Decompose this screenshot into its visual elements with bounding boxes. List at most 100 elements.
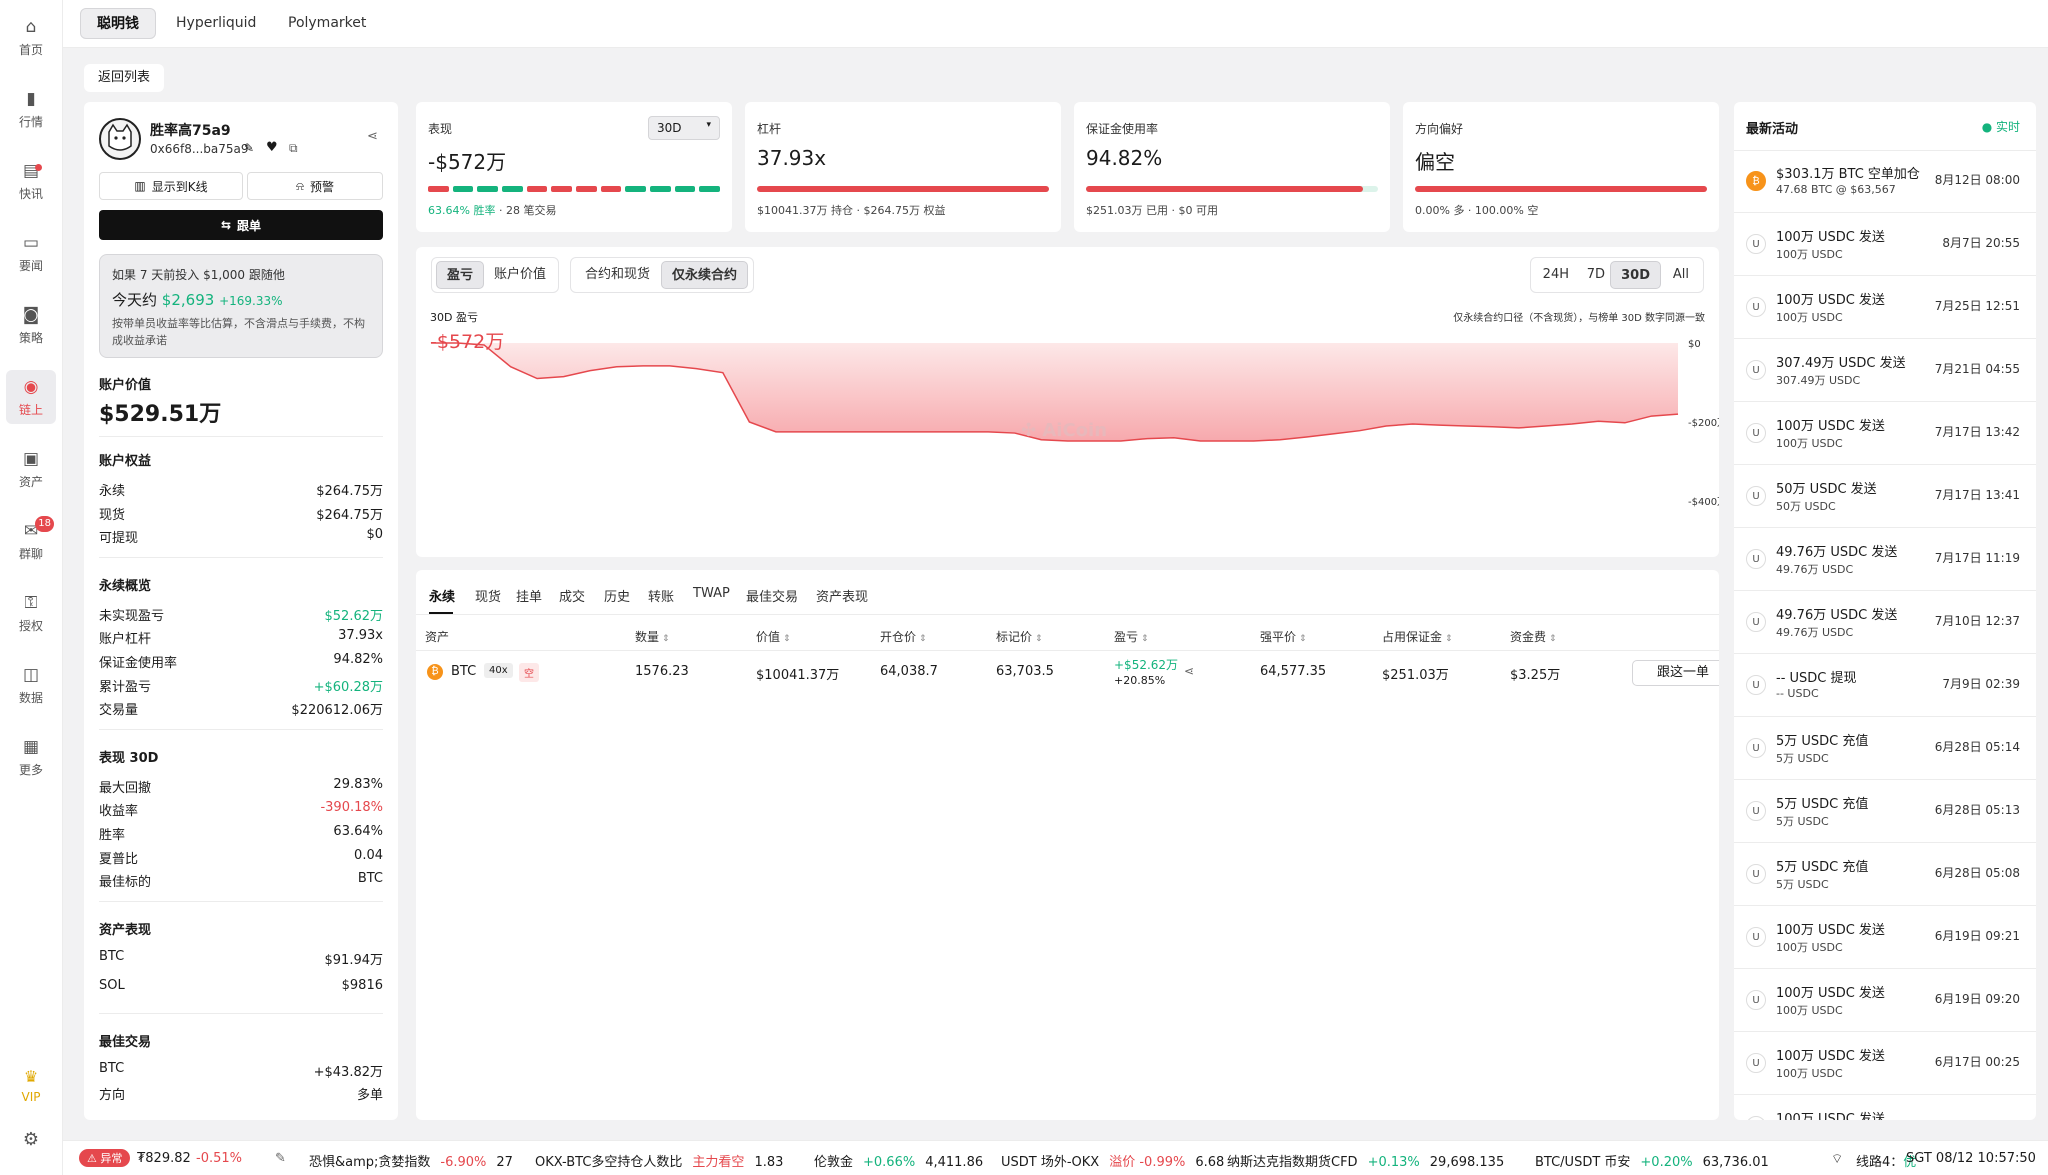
- positions-tab-5[interactable]: 转账: [648, 586, 674, 605]
- activity-sub: 100万 USDC: [1776, 1067, 1843, 1080]
- activity-item[interactable]: U 5万 USDC 充值 5万 USDC 6月28日 05:14: [1734, 718, 2036, 780]
- copy-icon[interactable]: ⧉: [289, 141, 298, 156]
- activity-item[interactable]: U 100万 USDC 发送 100万 USDC 7月17日 13:42: [1734, 403, 2036, 465]
- ticker-item[interactable]: USDT 场外-OKX 溢价 -0.99% 6.68: [1001, 1151, 1224, 1170]
- back-to-list-button[interactable]: 返回列表: [84, 64, 165, 92]
- margin-value: 94.82%: [1086, 146, 1163, 170]
- follow-trade-button[interactable]: ⇆ 跟单: [99, 210, 383, 240]
- equity-title: 账户权益: [99, 454, 152, 469]
- share-icon[interactable]: ⋖: [1184, 664, 1194, 678]
- alert-button[interactable]: ⍾ 预警: [247, 172, 383, 200]
- activity-item[interactable]: U 100万 USDC 发送 100万 USDC 6月19日 09:20: [1734, 970, 2036, 1032]
- positions-tab-7[interactable]: 最佳交易: [746, 586, 798, 605]
- rail-label: 授权: [18, 618, 43, 633]
- rail-item-robot[interactable]: ◙ 策略: [6, 298, 56, 352]
- positions-tab-3[interactable]: 成交: [559, 586, 585, 605]
- rail-item-document[interactable]: ▭ 要闻: [6, 226, 56, 280]
- activity-item[interactable]: U 100万 USDC 发送 100万 USDC 6月19日 09:21: [1734, 907, 2036, 969]
- alert-tag: ⚠ 异常: [79, 1149, 131, 1167]
- period-select[interactable]: 30D ▾: [648, 116, 720, 140]
- activity-item[interactable]: U 307.49万 USDC 发送 307.49万 USDC 7月21日 04:55: [1734, 340, 2036, 402]
- ticker-item[interactable]: 恐惧&amp;贪婪指数 -6.90% 27: [309, 1151, 513, 1170]
- activity-item[interactable]: U 100万 USDC 发送: [1734, 1096, 2036, 1120]
- settings-icon: ⚙: [22, 1128, 40, 1150]
- activity-title: 50万 USDC 发送: [1776, 482, 1877, 497]
- vip-button[interactable]: ♛ VIP: [6, 1058, 56, 1112]
- activity-item[interactable]: U 100万 USDC 发送 100万 USDC 8月7日 20:55: [1734, 214, 2036, 276]
- rail-item-data[interactable]: ◫ 数据: [6, 658, 56, 712]
- activity-item[interactable]: U 100万 USDC 发送 100万 USDC 6月17日 00:25: [1734, 1033, 2036, 1095]
- rail-item-key[interactable]: ⚿ 授权: [6, 586, 56, 640]
- rail-label: 更多: [18, 762, 43, 777]
- positions-tab-1[interactable]: 现货: [475, 586, 501, 605]
- usdc-icon: U: [1746, 801, 1766, 821]
- heart-icon[interactable]: ♥: [266, 140, 278, 155]
- edit-icon[interactable]: ✎: [275, 1151, 286, 1166]
- btc-icon: ₿: [427, 664, 443, 680]
- activity-date: 8月7日 20:55: [1942, 236, 2020, 250]
- performance-30d-row: 最佳标的 BTC: [99, 871, 383, 891]
- column-header[interactable]: 数量 ⇕: [635, 628, 670, 645]
- activity-sub: 5万 USDC: [1776, 878, 1829, 891]
- loss-segment: [526, 186, 548, 192]
- divider: [99, 556, 383, 558]
- activity-item[interactable]: U 100万 USDC 发送 100万 USDC 7月25日 12:51: [1734, 277, 2036, 339]
- robot-icon: ◙: [22, 304, 40, 325]
- rail-label: 行情: [18, 114, 43, 129]
- activity-item[interactable]: ₿ $303.1万 BTC 空单加仓 47.68 BTC @ $63,567 8月12…: [1734, 151, 2036, 213]
- column-header[interactable]: 标记价 ⇕: [996, 628, 1043, 645]
- activity-item[interactable]: U 5万 USDC 充值 5万 USDC 6月28日 05:08: [1734, 844, 2036, 906]
- rail-item-wallet[interactable]: ▣ 资产: [6, 442, 56, 496]
- positions-tab-8[interactable]: 资产表现: [816, 586, 868, 605]
- tab-hyperliquid[interactable]: Hyperliquid: [160, 8, 272, 39]
- settings-button[interactable]: ⚙: [6, 1112, 56, 1166]
- activity-item[interactable]: U 49.76万 USDC 发送 49.76万 USDC 7月10日 12:37: [1734, 592, 2036, 654]
- usdc-icon: U: [1746, 738, 1766, 758]
- activity-sub: 50万 USDC: [1776, 500, 1836, 513]
- ticker-item[interactable]: 伦敦金 +0.66% 4,411.86: [814, 1151, 983, 1170]
- column-header[interactable]: 开仓价 ⇕: [880, 628, 927, 645]
- perp-overview-row: 累计盈亏 +$60.28万: [99, 679, 383, 695]
- column-header[interactable]: 资金费 ⇕: [1510, 628, 1557, 645]
- rail-item-grid[interactable]: ▦ 更多: [6, 730, 56, 784]
- row-value: $10041.37万: [756, 668, 840, 683]
- activity-date: 6月19日 09:21: [1934, 929, 2020, 943]
- column-header: 资产: [425, 630, 450, 644]
- ticker-item[interactable]: 纳斯达克指数期货CFD +0.13% 29,698.135: [1227, 1151, 1504, 1170]
- positions-tab-2[interactable]: 挂单: [516, 586, 542, 605]
- activity-item[interactable]: U 5万 USDC 充值 5万 USDC 6月28日 05:13: [1734, 781, 2036, 843]
- column-header[interactable]: 盈亏 ⇕: [1114, 628, 1149, 645]
- activity-sub: 47.68 BTC @ $63,567: [1776, 183, 1896, 196]
- usdc-icon: U: [1746, 423, 1766, 443]
- rail-item-home[interactable]: ⌂ 首页: [6, 10, 56, 64]
- activity-sub: 307.49万 USDC: [1776, 374, 1861, 387]
- tab-smart-money[interactable]: 聪明钱: [80, 8, 156, 39]
- activity-date: 6月17日 00:25: [1934, 1055, 2020, 1069]
- edit-icon[interactable]: ✎: [244, 141, 254, 155]
- tab-polymarket[interactable]: Polymarket: [272, 8, 382, 39]
- rail-item-news[interactable]: ▤ 快讯: [6, 154, 56, 208]
- positions-tab-0[interactable]: 永续: [429, 586, 455, 605]
- ticker-item[interactable]: BTC/USDT 币安 +0.20% 63,736.01: [1535, 1151, 1769, 1170]
- activity-sub: 100万 USDC: [1776, 248, 1843, 261]
- column-header[interactable]: 占用保证金 ⇕: [1382, 628, 1453, 645]
- positions-tab-4[interactable]: 历史: [604, 586, 630, 605]
- follow-this-order-button[interactable]: 跟这一单: [1632, 660, 1719, 686]
- column-header[interactable]: 强平价 ⇕: [1260, 628, 1307, 645]
- rail-item-chain[interactable]: ◉ 链上: [6, 370, 56, 424]
- activity-sub: 100万 USDC: [1776, 311, 1843, 324]
- key-icon: ⚿: [24, 592, 38, 613]
- show-on-kline-button[interactable]: ▥ 显示到K线: [99, 172, 243, 200]
- left-rail: ⌂ 首页 ▮ 行情 ▤ 快讯 ▭ 要闻 ◙ 策略 ◉ 链上 ▣ 资产 ✉ 群聊 18 ⚿ 授权 ◫ 数据 ▦ 更多 ♛ VIP ⚙: [0, 0, 63, 1175]
- column-header[interactable]: 价值 ⇕: [756, 628, 791, 645]
- activity-item[interactable]: U 49.76万 USDC 发送 49.76万 USDC 7月17日 11:19: [1734, 529, 2036, 591]
- activity-item[interactable]: U 50万 USDC 发送 50万 USDC 7月17日 13:41: [1734, 466, 2036, 528]
- positions-tab-6[interactable]: TWAP: [693, 586, 730, 601]
- rail-item-bar-chart[interactable]: ▮ 行情: [6, 82, 56, 136]
- asset-performance-title: 资产表现: [99, 922, 152, 938]
- sort-icon: ⇕: [662, 634, 670, 644]
- rail-item-chat[interactable]: ✉ 群聊 18: [6, 514, 56, 568]
- share-icon[interactable]: ⋖: [367, 129, 378, 144]
- activity-item[interactable]: U -- USDC 提现 -- USDC 7月9日 02:39: [1734, 655, 2036, 717]
- ticker-item[interactable]: OKX-BTC多空持仓人数比 主力看空 1.83: [535, 1151, 783, 1170]
